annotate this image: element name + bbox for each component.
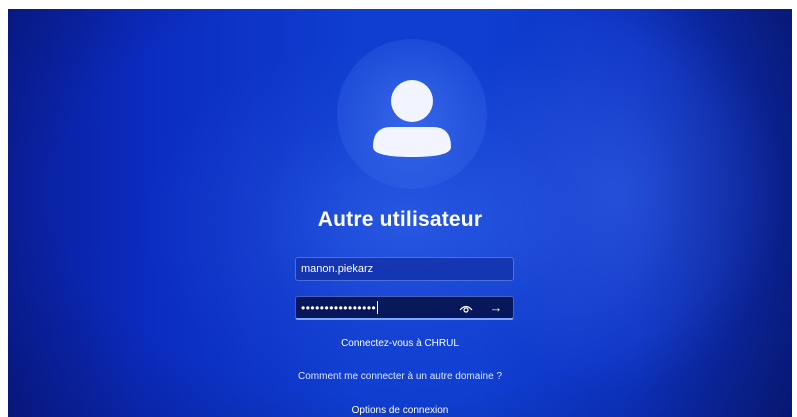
other-domain-link[interactable]: Comment me connecter à un autre domaine … [8, 371, 792, 382]
arrow-right-icon[interactable]: → [487, 300, 505, 316]
username-value: manon.piekarz [301, 263, 374, 275]
username-field[interactable]: manon.piekarz [295, 257, 514, 281]
eye-icon[interactable] [459, 302, 473, 314]
lock-screen: Autre utilisateur manon.piekarz ••••••••… [8, 9, 792, 417]
domain-info-text: Connectez-vous à CHRUL [341, 338, 459, 349]
user-avatar [337, 39, 487, 189]
user-avatar-icon [373, 80, 451, 157]
password-mask: •••••••••••••••• [301, 300, 377, 315]
user-name-title: Autre utilisateur [317, 208, 483, 231]
sign-in-options-link[interactable]: Options de connexion [8, 405, 792, 416]
password-field[interactable]: •••••••••••••••• → [295, 296, 514, 320]
text-caret [377, 301, 379, 314]
